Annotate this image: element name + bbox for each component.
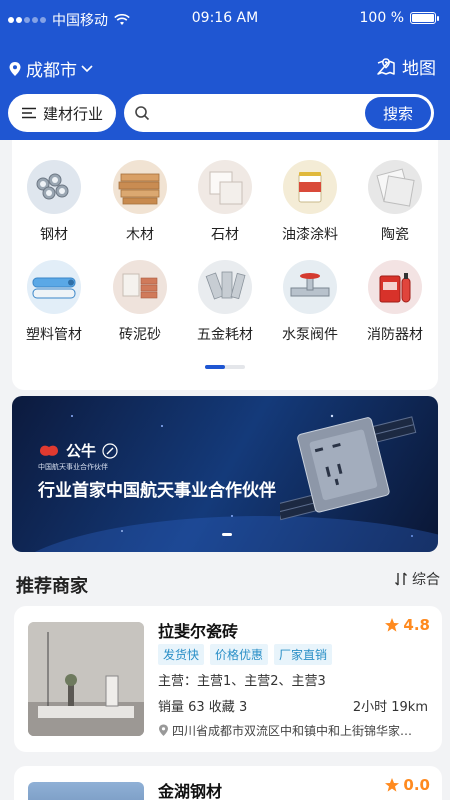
paint-bucket-icon [283, 160, 337, 214]
rating-value: 0.0 [403, 776, 430, 794]
merchant-tag: 价格优惠 [210, 644, 269, 665]
rating-value: 4.8 [403, 616, 430, 634]
location-pin-icon [9, 61, 21, 76]
fire-extinguisher-icon [368, 260, 422, 314]
category-fire[interactable]: 消防器材 [353, 260, 437, 356]
merchant-name: 金湖钢材 [158, 782, 223, 800]
category-label: 石材 [211, 227, 239, 243]
merchant-photo [28, 622, 144, 736]
category-grid: 钢材 木材 石材 油漆涂料 陶瓷 塑料管材 砖泥砂 五金耗材 水泵阀件 消防器材 [12, 140, 438, 390]
category-label: 塑料管材 [26, 327, 82, 343]
stone-blocks-icon [198, 160, 252, 214]
banner-slogan: 行业首家中国航天事业合作伙伴 [38, 481, 276, 501]
sort-label: 综合 [412, 572, 440, 588]
menu-icon [21, 107, 36, 119]
banner-brand: 公牛 [38, 440, 118, 461]
sort-icon [395, 572, 407, 586]
category-hardware[interactable]: 五金耗材 [183, 260, 267, 356]
city-selector[interactable]: 成都市 [8, 56, 93, 81]
merchant-photo [28, 782, 144, 800]
star-icon [385, 618, 400, 632]
hardware-hinges-icon [198, 260, 252, 314]
category-plastic-pipes[interactable]: 塑料管材 [12, 260, 96, 356]
category-label: 油漆涂料 [282, 227, 338, 243]
merchant-address: 四川省成都市双流区中和镇中和上街锦华家… [158, 722, 434, 739]
map-label: 地图 [402, 59, 436, 79]
merchant-tags: 发货快 价格优惠 厂家直销 [158, 644, 333, 665]
category-label: 五金耗材 [197, 327, 253, 343]
water-valve-icon [283, 260, 337, 314]
search-icon [135, 106, 150, 121]
category-bricks[interactable]: 砖泥砂 [98, 260, 182, 356]
aerospace-badge-icon [102, 442, 118, 459]
banner-page-indicator [222, 533, 232, 536]
sort-selector[interactable]: 综合 [394, 569, 440, 589]
merchant-name: 拉斐尔瓷砖 [158, 622, 239, 641]
merchant-card[interactable]: 金湖钢材 0.0 [14, 766, 442, 800]
merchant-stats: 销量 63 收藏 3 [158, 700, 248, 715]
merchant-card[interactable]: 拉斐尔瓷砖 4.8 发货快 价格优惠 厂家直销 主营：主营1、主营2、主营3 销… [14, 606, 442, 752]
search-box: 搜索 [124, 94, 434, 132]
category-label: 木材 [126, 227, 154, 243]
battery-percent: 100 % [359, 10, 404, 26]
socket-satellite-icon [280, 416, 417, 521]
merchant-main-business: 主营：主营1、主营2、主营3 [158, 674, 326, 689]
category-wood[interactable]: 木材 [98, 160, 182, 256]
brand-logo-icon [40, 445, 58, 456]
steel-pipes-icon [27, 160, 81, 214]
category-label: 钢材 [40, 227, 68, 243]
category-label: 水泵阀件 [282, 327, 338, 343]
section-title: 推荐商家 [16, 576, 88, 597]
wood-planks-icon [113, 160, 167, 214]
industry-label: 建材行业 [42, 104, 103, 123]
merchant-tag: 厂家直销 [274, 644, 333, 665]
chevron-down-icon [81, 64, 93, 72]
category-steel[interactable]: 钢材 [12, 160, 96, 256]
map-icon [377, 57, 395, 75]
category-pump-valve[interactable]: 水泵阀件 [268, 260, 352, 356]
merchant-distance: 2小时 19km [352, 700, 428, 715]
category-stone[interactable]: 石材 [183, 160, 267, 256]
category-ceramic[interactable]: 陶瓷 [353, 160, 437, 256]
category-label: 消防器材 [367, 327, 423, 343]
status-bar: 中国移动 09:16 AM 100 % [0, 0, 450, 38]
promo-banner[interactable]: 公牛 中国航天事业合作伙伴 行业首家中国航天事业合作伙伴 [12, 396, 438, 552]
banner-brand-subtitle: 中国航天事业合作伙伴 [38, 463, 108, 471]
industry-selector[interactable]: 建材行业 [8, 94, 116, 132]
city-label: 成都市 [26, 61, 77, 81]
category-label: 砖泥砂 [119, 327, 161, 343]
location-pin-icon [159, 724, 168, 736]
merchant-rating: 0.0 [384, 776, 430, 794]
header-bar: 中国移动 09:16 AM 100 % 成都市 地图 建材行业 搜索 [0, 0, 450, 140]
map-button[interactable]: 地图 [376, 54, 436, 79]
category-page-indicator [205, 365, 245, 369]
category-label: 陶瓷 [381, 227, 409, 243]
star-icon [385, 778, 400, 792]
brand-name: 公牛 [66, 442, 97, 460]
battery-icon [410, 12, 439, 24]
search-button[interactable]: 搜索 [365, 97, 431, 129]
bricks-cement-icon [113, 260, 167, 314]
address-text: 四川省成都市双流区中和镇中和上街锦华家… [172, 724, 413, 738]
category-paint[interactable]: 油漆涂料 [268, 160, 352, 256]
merchant-rating: 4.8 [384, 616, 430, 634]
merchant-tag: 发货快 [158, 644, 205, 665]
plastic-pipes-icon [27, 260, 81, 314]
ceramic-tiles-icon [368, 160, 422, 214]
